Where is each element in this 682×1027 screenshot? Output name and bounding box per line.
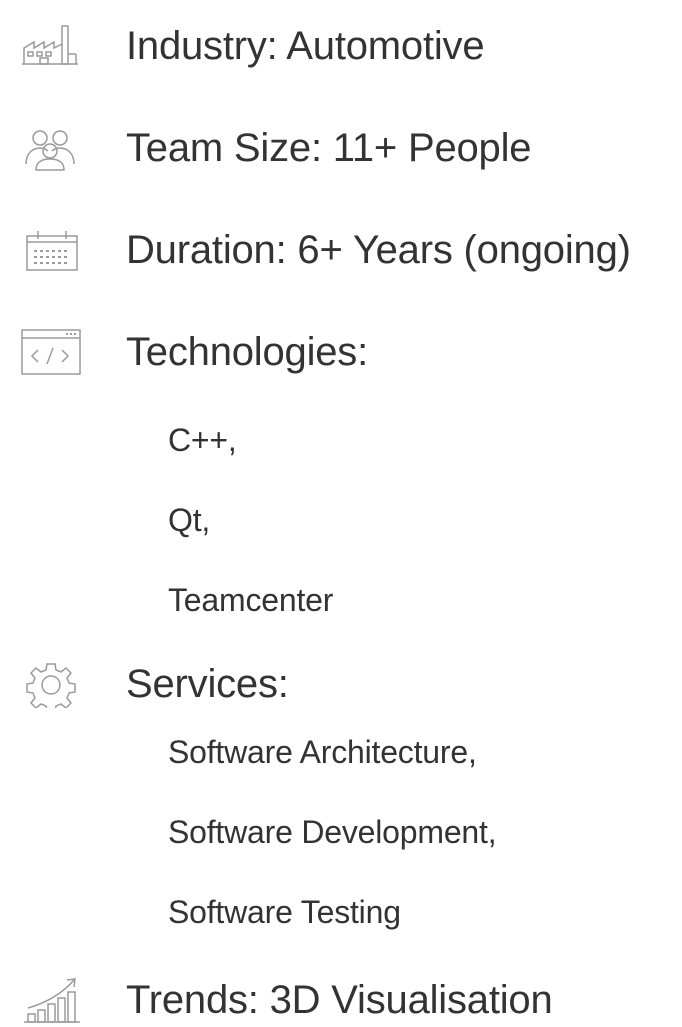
code-window-icon bbox=[20, 328, 82, 376]
technology-item-cpp: C++, bbox=[168, 422, 237, 458]
factory-icon bbox=[20, 22, 82, 70]
technology-item-teamcenter: Teamcenter bbox=[168, 582, 334, 618]
industry-label: Industry: Automotive bbox=[126, 24, 485, 68]
services-label: Services: bbox=[126, 662, 289, 706]
calendar-icon bbox=[20, 226, 82, 274]
technologies-label: Technologies: bbox=[126, 330, 369, 374]
service-item-architecture: Software Architecture, bbox=[168, 734, 477, 770]
trends-label: Trends: 3D Visualisation bbox=[126, 978, 553, 1022]
service-item-development: Software Development, bbox=[168, 814, 497, 850]
technology-item-qt: Qt, bbox=[168, 502, 211, 538]
trend-chart-icon bbox=[20, 976, 82, 1024]
team-size-label: Team Size: 11+ People bbox=[126, 126, 532, 170]
gear-icon bbox=[20, 660, 82, 708]
team-icon bbox=[20, 124, 82, 172]
service-item-testing: Software Testing bbox=[168, 894, 401, 930]
duration-label: Duration: 6+ Years (ongoing) bbox=[126, 228, 631, 272]
